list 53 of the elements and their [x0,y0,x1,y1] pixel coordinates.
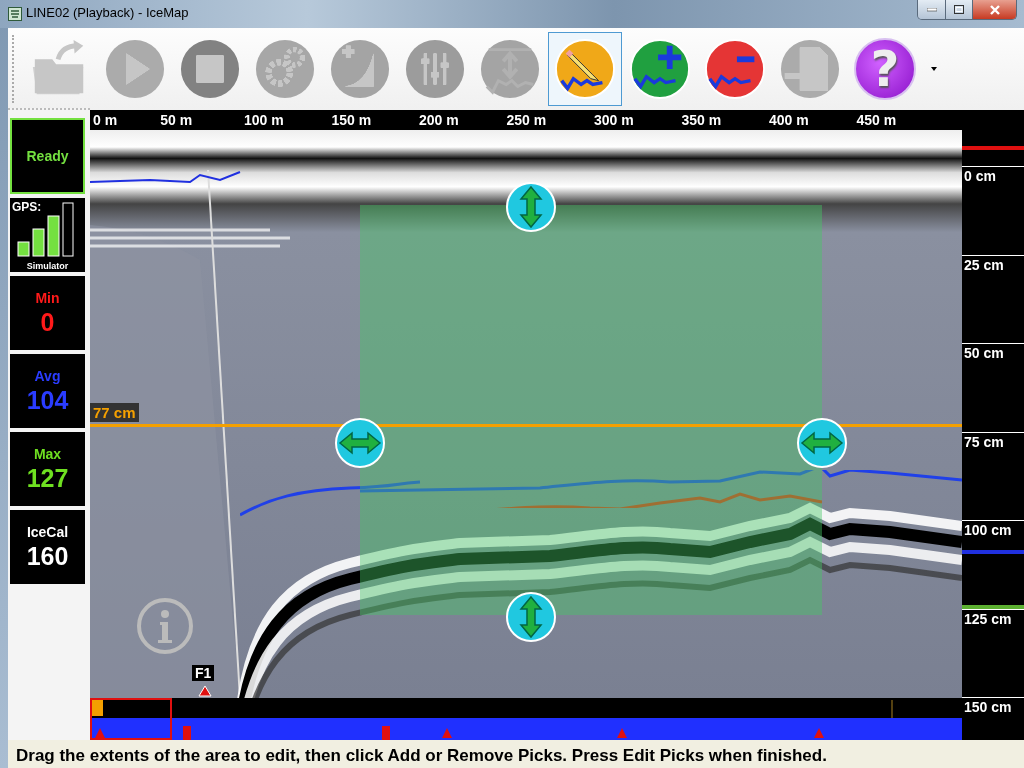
stat-label: Max [33,445,62,462]
distance-tick-label: 0 m [93,112,119,128]
maximize-icon [954,5,964,14]
flag-label: F1 [192,665,215,681]
depth-tick-label: 75 cm [962,431,1024,520]
stat-value: 127 [26,463,69,493]
remove-wave-icon [704,38,766,100]
status-message: Drag the extents of the area to edit, then click Add or Remove Picks. Press Edit Picks when finished. [16,746,827,765]
stop-icon [179,38,241,100]
add-wave-icon [629,38,691,100]
distance-tick-label: 250 m [505,112,548,128]
stat-value: 160 [26,541,69,571]
distance-tick-label: 50 m [159,112,194,128]
edit-region[interactable] [360,205,822,615]
app-icon [8,7,22,21]
distance-tick-label: 100 m [242,112,285,128]
close-icon [988,4,1001,15]
depth-tick-label: 0 cm [962,166,1024,255]
distance-tick-label: 300 m [592,112,635,128]
horizontal-resize-handle[interactable] [796,417,848,469]
vertical-resize-handle[interactable] [505,181,557,233]
maximize-button[interactable] [945,0,972,19]
stat-value: 104 [26,385,69,415]
depth-tick-label: 150 cm [962,697,1024,715]
stat-label: Min [35,289,60,306]
edit-picks-button[interactable] [548,32,622,106]
depth-tick-label: 50 cm [962,343,1024,432]
depth-readout: 77 cm [90,403,139,422]
vertical-resize-handle[interactable] [505,591,557,643]
stat-label: Avg [34,367,61,384]
dropdown-caret-icon[interactable] [931,67,937,71]
stat-label: IceCal [26,523,69,540]
plus-curve-icon [329,38,391,100]
horizontal-resize-handle[interactable] [334,417,386,469]
depth-tick-label: 25 cm [962,254,1024,343]
distance-tick-label: 350 m [680,112,723,128]
close-button[interactable] [972,0,1016,19]
gps-label: GPS: [12,200,42,214]
window-title: LINE02 (Playback) - IceMap [26,5,190,20]
distance-tick-label: 200 m [417,112,460,128]
minimize-icon [926,7,937,12]
status-text: Ready [26,148,69,164]
stat-value: 0 [40,307,55,337]
sliders-icon [404,38,466,100]
help-button[interactable]: ? [854,38,916,100]
pencil-wave-icon [554,38,616,100]
play-icon [104,38,166,100]
timeline-drawing[interactable] [90,698,962,740]
gps-source: Simulator [25,261,70,271]
gear-icon [254,38,316,100]
distance-tick-label: 400 m [767,112,810,128]
distance-tick-label: 150 m [330,112,373,128]
distance-tick-label: 450 m [855,112,898,128]
